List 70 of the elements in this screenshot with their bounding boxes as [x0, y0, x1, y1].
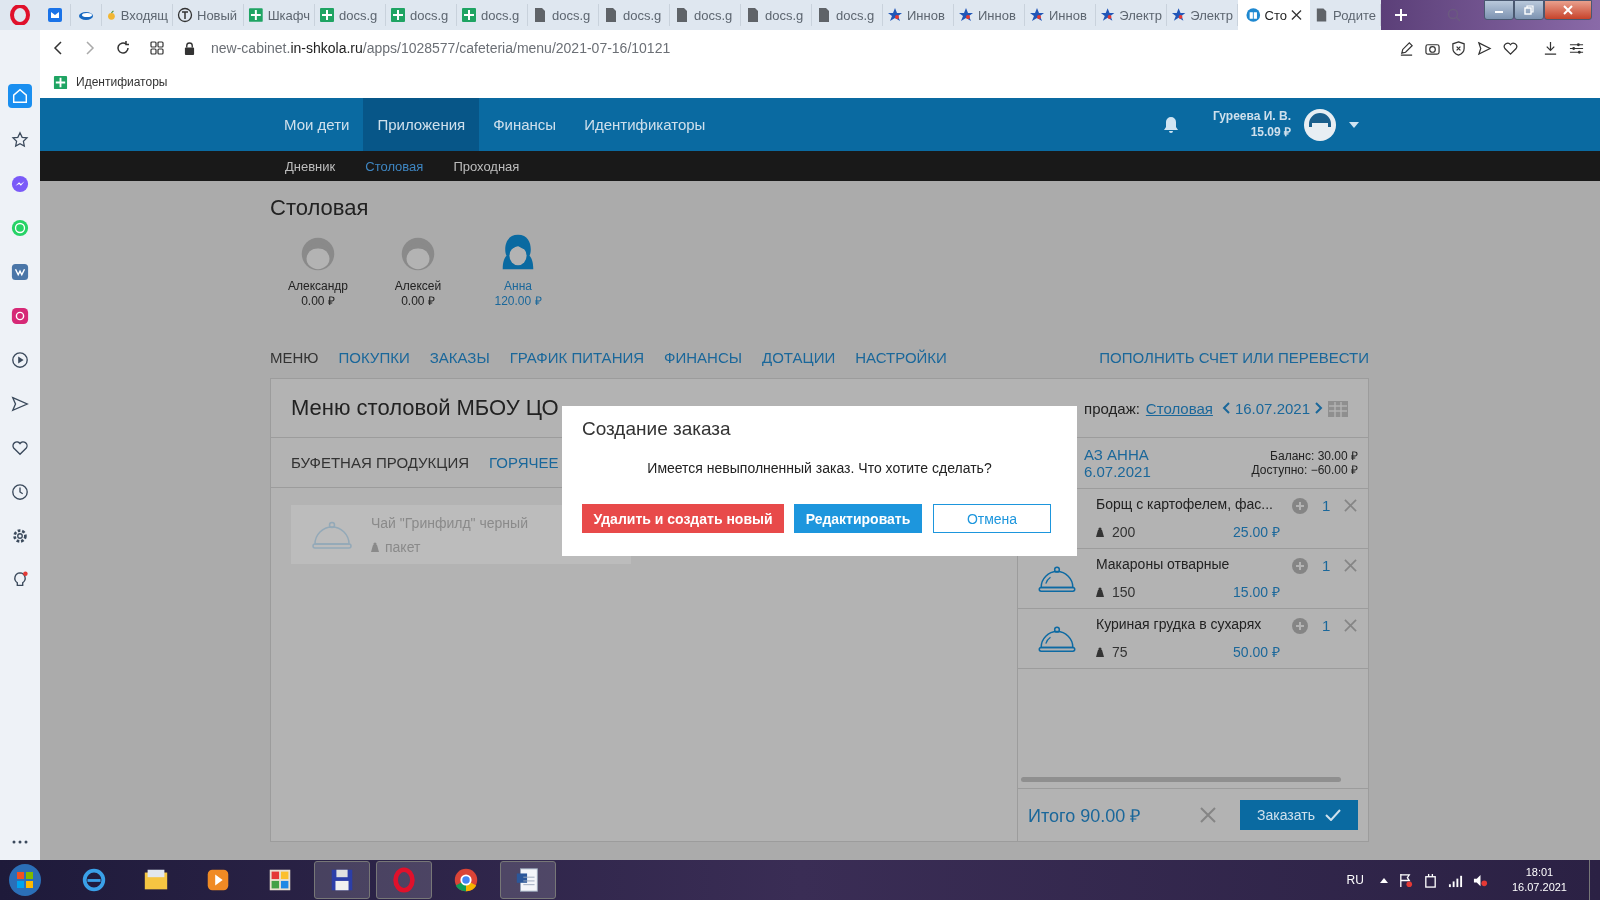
- subnav-tab[interactable]: Проходная: [438, 158, 535, 174]
- dish-weight: 75: [1112, 643, 1128, 660]
- browser-tab[interactable]: Электр: [1096, 4, 1167, 26]
- section-tab[interactable]: ДОТАЦИИ: [762, 348, 836, 366]
- order-balance: Баланс: 30.00 ₽: [1270, 449, 1358, 463]
- dish-quantity: 1: [1322, 617, 1331, 634]
- dish-quantity: 1: [1322, 557, 1331, 574]
- browser-tab[interactable]: docs.g: [457, 4, 528, 26]
- child-card[interactable]: Александр 0.00 ₽: [282, 231, 354, 309]
- menu-date: 16.07.2021: [1234, 399, 1310, 417]
- dish-quantity: 1: [1322, 497, 1331, 514]
- browser-tab[interactable]: docs.g: [670, 4, 741, 26]
- dish-weight: 200: [1112, 523, 1136, 540]
- dish-weight: 150: [1112, 583, 1136, 600]
- point-link[interactable]: Столовая: [1145, 399, 1213, 417]
- clock[interactable]: 18:01 16.07.2021: [1511, 865, 1567, 895]
- browser-tab[interactable]: docs.g: [386, 4, 457, 26]
- browser-tab[interactable]: Иннов: [954, 4, 1025, 26]
- order-date: 6.07.2021: [1084, 463, 1151, 480]
- dialog-button[interactable]: Отмена: [933, 504, 1051, 533]
- dialog-button[interactable]: Редактировать: [794, 504, 922, 533]
- browser-tab[interactable]: docs.g: [599, 4, 670, 26]
- top-up-link[interactable]: ПОПОЛНИТЬ СЧЕТ ИЛИ ПЕРЕВЕСТИ: [1099, 348, 1369, 366]
- page-title: Столовая: [270, 195, 370, 221]
- browser-tab[interactable]: Иннов: [1025, 4, 1096, 26]
- section-tab[interactable]: ЗАКАЗЫ: [429, 348, 490, 366]
- bookmark[interactable]: Идентифиаторы: [53, 74, 168, 90]
- section-tab[interactable]: ГРАФИК ПИТАНИЯ: [509, 348, 645, 366]
- dish-price: 15.00 ₽: [1233, 583, 1280, 601]
- address-field[interactable]: new-cabinet.in-shkola.ru/apps/1028577/cafeteria/menu/2021-07-16/10121: [211, 40, 671, 56]
- order-available: Доступно: −60.00 ₽: [1251, 463, 1358, 477]
- browser-tab[interactable]: Сто: [1238, 0, 1310, 30]
- dish-price: 25.00 ₽: [1233, 523, 1280, 541]
- menu-title: Меню столовой МБОУ ЦО: [291, 395, 559, 421]
- browser-tab[interactable]: docs.g: [315, 4, 386, 26]
- order-button[interactable]: Заказать: [1240, 800, 1358, 830]
- nav-tab[interactable]: Мои дети: [270, 98, 364, 151]
- nav-tab[interactable]: Идентификаторы: [570, 98, 720, 151]
- dish-price: 50.00 ₽: [1233, 643, 1280, 661]
- dialog-title: Создание заказа: [582, 418, 732, 440]
- category-tab[interactable]: ГОРЯЧЕЕ: [489, 454, 559, 471]
- order-title: АЗ АННА: [1084, 446, 1150, 463]
- browser-tab[interactable]: Шкафч: [244, 4, 315, 26]
- point-label: продаж:: [1084, 399, 1140, 417]
- browser-tab[interactable]: docs.g: [528, 4, 599, 26]
- nav-tab[interactable]: Финансы: [479, 98, 571, 151]
- subnav-tab[interactable]: Дневник: [270, 158, 351, 174]
- section-tab[interactable]: МЕНЮ: [270, 348, 319, 366]
- user-balance: 15.09 ₽: [1250, 124, 1291, 140]
- language-indicator[interactable]: RU: [1346, 873, 1364, 887]
- dialog-button[interactable]: Удалить и создать новый: [582, 504, 784, 533]
- order-total: Итого 90.00 ₽: [1028, 805, 1142, 827]
- browser-tab[interactable]: Новый: [173, 4, 244, 26]
- browser-tab[interactable]: docs.g: [812, 4, 883, 26]
- dish-name: Куриная грудка в сухарях: [1096, 616, 1263, 632]
- browser-tab[interactable]: Входящ: [102, 4, 173, 26]
- subnav-tab[interactable]: Столовая: [350, 158, 439, 174]
- section-tab[interactable]: ФИНАНСЫ: [664, 348, 743, 366]
- section-tab[interactable]: НАСТРОЙКИ: [855, 348, 947, 366]
- category-tab[interactable]: БУФЕТНАЯ ПРОДУКЦИЯ: [291, 454, 470, 471]
- user-name: Гуреева И. В.: [1212, 109, 1291, 123]
- dish-name: Макароны отварные: [1096, 556, 1231, 572]
- child-card[interactable]: Алексей 0.00 ₽: [382, 231, 454, 309]
- child-card[interactable]: Анна 120.00 ₽: [482, 231, 554, 309]
- nav-tab[interactable]: Приложения: [363, 98, 480, 151]
- section-tab[interactable]: ПОКУПКИ: [338, 348, 410, 366]
- browser-tab[interactable]: docs.g: [741, 4, 812, 26]
- browser-tab[interactable]: Иннов: [883, 4, 954, 26]
- dialog-message: Имеется невыполненный заказ. Что хотите сделать?: [646, 460, 993, 476]
- dish-name: Борщ с картофелем, фас...: [1096, 496, 1274, 512]
